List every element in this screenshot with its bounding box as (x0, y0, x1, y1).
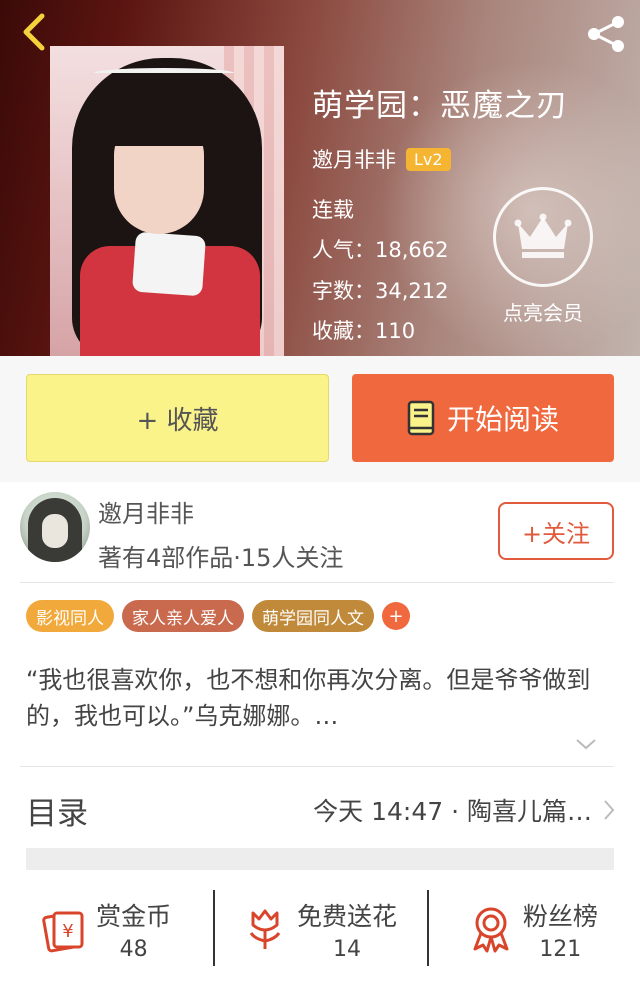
crown-icon (514, 213, 572, 258)
level-badge: Lv2 (406, 147, 451, 171)
avatar-face (42, 514, 68, 548)
chevron-right-icon (604, 800, 615, 820)
divider (20, 582, 614, 583)
author-card-name[interactable]: 邀月非非 (98, 494, 194, 529)
follow-button-label: +关注 (521, 519, 591, 548)
share-button[interactable] (582, 14, 630, 54)
free-flower-button[interactable]: 免费送花 14 (213, 876, 426, 982)
start-reading-button[interactable]: 开始阅读 (352, 374, 614, 462)
section-separator (26, 848, 614, 870)
word-count-stat: 字数：34,212 (312, 279, 449, 303)
reward-coin-label: 赏金币 (96, 901, 172, 931)
free-flower-text: 免费送花 14 (297, 897, 397, 962)
tag-item[interactable]: 影视同人 (26, 600, 114, 632)
table-of-contents-row[interactable]: 目录 今天 14:47 · 陶喜儿篇… (26, 782, 616, 838)
flower-icon (249, 909, 281, 949)
popularity-stat: 人气：18,662 (312, 238, 449, 262)
toc-title: 目录 (26, 795, 88, 832)
cover-figure-headband (94, 68, 234, 78)
add-tag-button[interactable]: + (382, 602, 410, 630)
reward-coin-count: 48 (119, 936, 148, 962)
follow-button[interactable]: +关注 (498, 502, 614, 560)
serial-status: 连载 (312, 198, 354, 222)
back-arrow-icon (23, 13, 45, 51)
author-avatar[interactable] (20, 492, 90, 562)
author-line: 邀月非非 Lv2 (312, 144, 451, 174)
free-flower-count: 14 (332, 936, 361, 962)
action-bar: + 收藏 开始阅读 (0, 356, 640, 482)
tag-list: 影视同人 家人亲人爱人 萌学园同人文 + (26, 600, 410, 632)
cover-figure-collar (131, 231, 207, 297)
vip-button[interactable]: 点亮会员 (493, 187, 593, 326)
favorites-stat: 收藏：110 (312, 319, 416, 343)
fan-ranking-count: 121 (539, 936, 582, 962)
tag-item[interactable]: 家人亲人爱人 (122, 600, 244, 632)
back-button[interactable] (14, 12, 54, 52)
reward-coin-icon: ¥ (42, 911, 84, 953)
book-detail-card: 邀月非非 著有4部作品·15人关注 +关注 影视同人 家人亲人爱人 萌学园同人文… (0, 482, 640, 982)
favorite-button-label: + 收藏 (136, 405, 219, 436)
latest-chapter: 今天 14:47 · 陶喜儿篇… (313, 797, 592, 826)
divider (20, 766, 614, 767)
book-icon (407, 400, 435, 436)
tag-item[interactable]: 萌学园同人文 (252, 600, 374, 632)
engagement-bar: ¥ 赏金币 48 免费送花 14 粉丝榜 121 (0, 876, 640, 982)
medal-icon (473, 907, 509, 953)
book-intro[interactable]: “我也很喜欢你，也不想和你再次分离。但是爷爷做到的，我也可以。”乌克娜娜。… (26, 662, 622, 734)
free-flower-label: 免费送花 (296, 901, 397, 931)
svg-text:¥: ¥ (62, 921, 73, 942)
expand-chevron-icon[interactable] (574, 736, 598, 752)
favorite-button[interactable]: + 收藏 (26, 374, 329, 462)
author-name[interactable]: 邀月非非 (312, 144, 396, 174)
book-header: 萌学园：恶魔之刃 邀月非非 Lv2 连载 人气：18,662 字数：34,212… (0, 0, 640, 356)
share-icon (588, 16, 624, 52)
reward-coin-text: 赏金币 48 (96, 897, 171, 962)
fan-ranking-text: 粉丝榜 121 (523, 897, 598, 962)
vip-label: 点亮会员 (503, 301, 583, 325)
book-title: 萌学园：恶魔之刃 (312, 88, 568, 124)
fan-ranking-button[interactable]: 粉丝榜 121 (426, 876, 640, 982)
fan-ranking-label: 粉丝榜 (522, 901, 598, 931)
reward-coin-button[interactable]: ¥ 赏金币 48 (0, 876, 213, 982)
author-card-meta: 著有4部作品·15人关注 (98, 544, 344, 572)
start-reading-label: 开始阅读 (446, 403, 559, 436)
book-cover-image[interactable] (50, 46, 284, 356)
vip-circle (493, 187, 593, 287)
